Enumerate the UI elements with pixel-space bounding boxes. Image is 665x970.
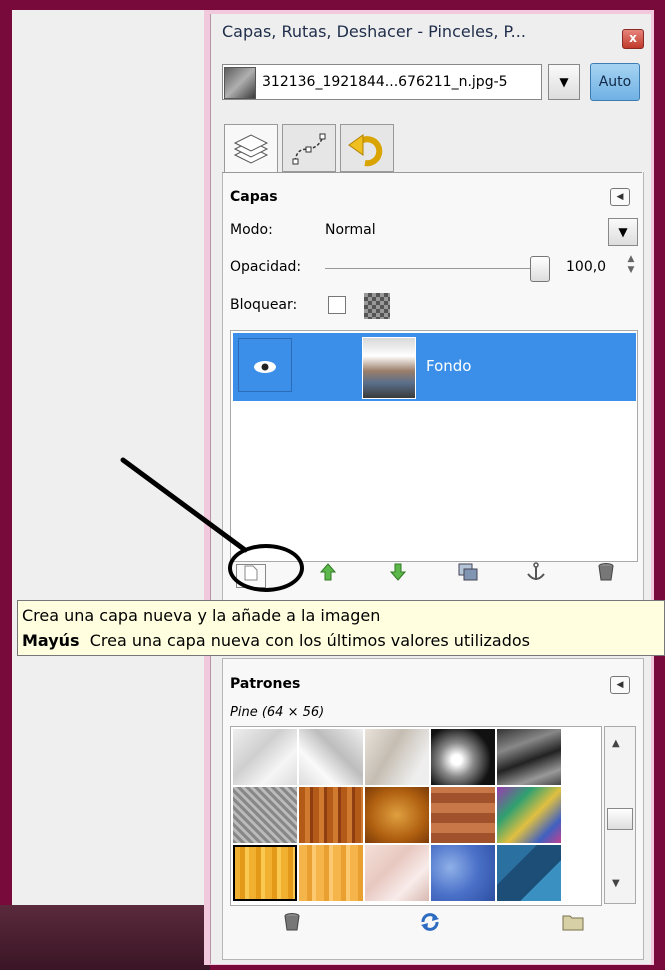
tab-layers[interactable]: [224, 124, 278, 174]
tooltip-line-1: Crea una capa nueva y la añade a la imag…: [22, 606, 381, 625]
pattern-swatch[interactable]: [497, 845, 561, 901]
lower-layer-icon[interactable]: [380, 562, 416, 590]
patterns-panel-title: Patrones: [230, 676, 301, 692]
pattern-swatch[interactable]: [431, 729, 495, 785]
open-folder-icon[interactable]: [553, 912, 593, 940]
delete-pattern-icon[interactable]: [272, 912, 312, 940]
pattern-info: Pine (64 × 56): [230, 705, 325, 720]
pattern-swatch[interactable]: [365, 845, 429, 901]
delete-layer-icon[interactable]: [588, 562, 624, 590]
opacity-spinner-icon[interactable]: ▲ ▼: [626, 254, 636, 284]
opacity-slider-handle[interactable]: [530, 256, 550, 282]
pattern-swatch[interactable]: [365, 729, 429, 785]
raise-layer-icon[interactable]: [310, 562, 346, 590]
annotation-circle: [228, 544, 304, 592]
anchor-layer-icon[interactable]: [518, 562, 554, 590]
patterns-grid: [230, 726, 602, 906]
opacity-label: Opacidad:: [230, 259, 302, 275]
tooltip-line-2: Mayús Crea una capa nueva con los último…: [22, 631, 530, 650]
duplicate-layer-icon[interactable]: [450, 562, 486, 590]
patterns-panel-menu-icon[interactable]: ◀: [610, 676, 630, 694]
lock-pixels-checkbox[interactable]: [328, 296, 346, 314]
lock-alpha-icon[interactable]: [364, 293, 390, 319]
mode-dropdown-icon[interactable]: ▼: [608, 218, 638, 246]
opacity-value[interactable]: 100,0: [566, 259, 606, 275]
pattern-swatch[interactable]: [299, 729, 363, 785]
layers-panel-menu-icon[interactable]: ◀: [610, 188, 630, 206]
tab-undo[interactable]: [340, 124, 394, 172]
pattern-swatch[interactable]: [365, 787, 429, 843]
paths-icon: [292, 133, 326, 165]
lock-label: Bloquear:: [230, 297, 298, 313]
pattern-swatch[interactable]: [233, 729, 297, 785]
opacity-slider-track[interactable]: [325, 268, 535, 269]
window-title: Capas, Rutas, Deshacer - Pinceles, P...: [222, 22, 526, 41]
layers-panel-title: Capas: [230, 189, 278, 205]
mode-label: Modo:: [230, 222, 273, 238]
pattern-swatch[interactable]: [299, 845, 363, 901]
scroll-down-icon[interactable]: ▼: [612, 878, 620, 889]
mode-select-value[interactable]: Normal: [325, 222, 376, 238]
image-canvas-area: [12, 10, 210, 970]
visibility-eye-icon[interactable]: [238, 338, 292, 392]
tooltip-shift-key: Mayús: [22, 631, 80, 650]
layers-icon: [233, 134, 269, 164]
refresh-patterns-icon[interactable]: [410, 912, 450, 940]
scrollbar-thumb[interactable]: [607, 808, 633, 830]
pattern-swatch[interactable]: [431, 787, 495, 843]
canvas-bottom-edge: [0, 905, 210, 970]
auto-button[interactable]: Auto: [590, 63, 640, 101]
close-button[interactable]: x: [622, 29, 644, 49]
tab-paths[interactable]: [282, 124, 336, 172]
pattern-swatch-selected[interactable]: [233, 845, 297, 901]
pattern-swatch[interactable]: [299, 787, 363, 843]
image-selector-dropdown-icon[interactable]: ▼: [548, 64, 580, 100]
tooltip-line-2-text: Crea una capa nueva con los últimos valo…: [89, 631, 530, 650]
image-thumbnail: [224, 67, 256, 99]
pattern-swatch[interactable]: [497, 729, 561, 785]
scroll-up-icon[interactable]: ▲: [612, 738, 620, 749]
tab-divider: [222, 172, 642, 173]
pattern-swatch[interactable]: [497, 787, 561, 843]
layer-name[interactable]: Fondo: [426, 357, 471, 375]
pattern-swatch[interactable]: [233, 787, 297, 843]
layer-thumbnail[interactable]: [362, 337, 416, 399]
undo-icon: [348, 134, 383, 167]
pattern-swatch[interactable]: [431, 845, 495, 901]
image-selector-value: 312136_1921844...676211_n.jpg-5: [262, 74, 508, 90]
